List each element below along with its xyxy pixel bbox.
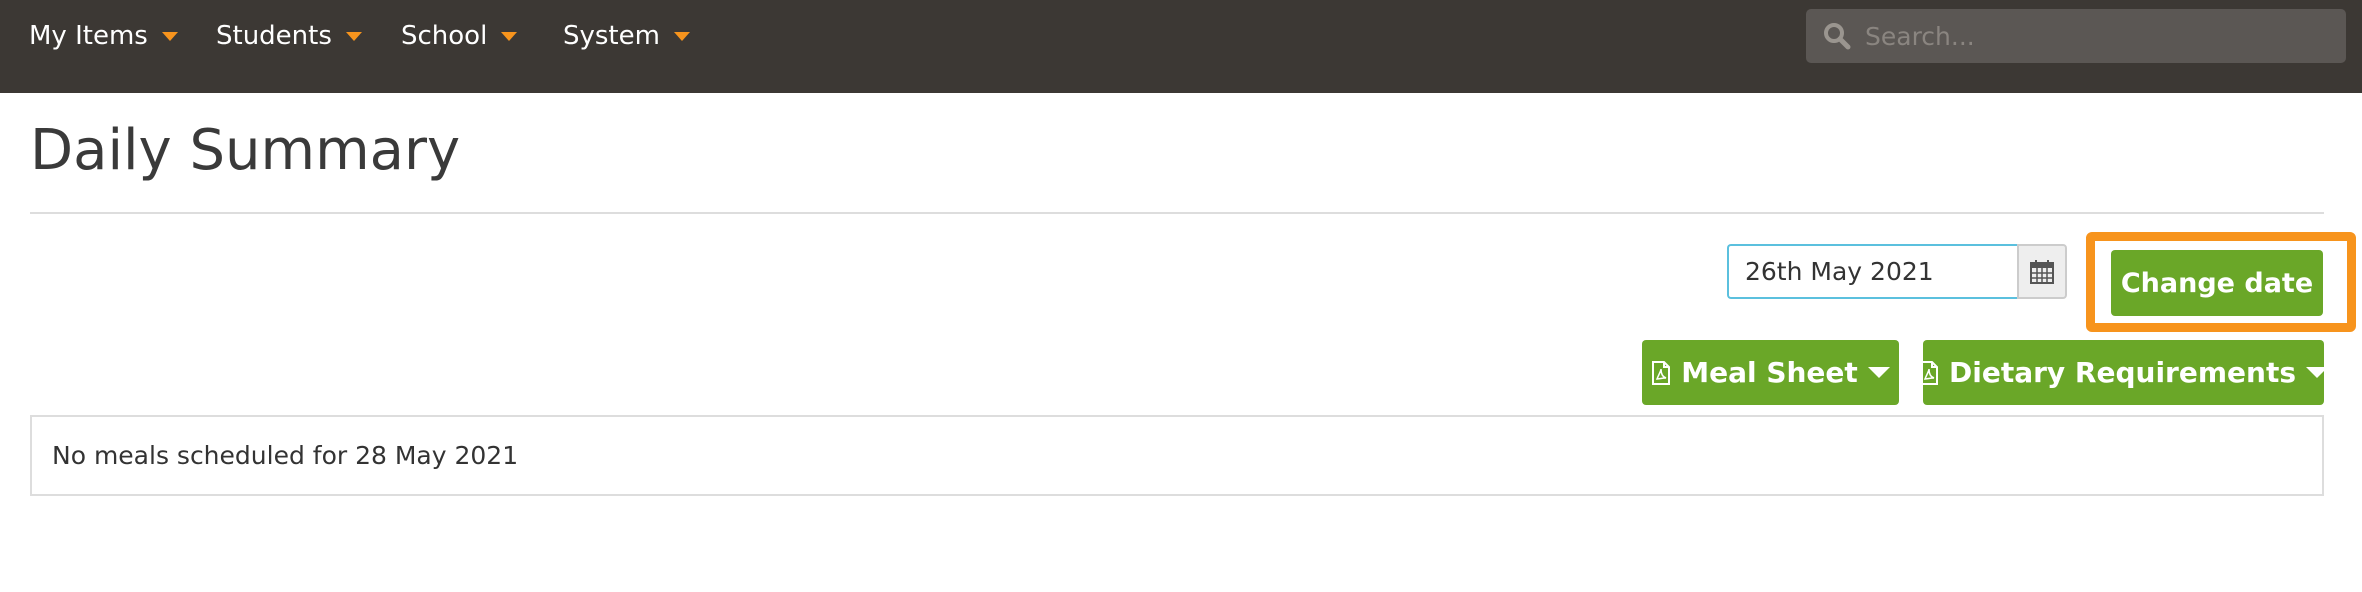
calendar-button[interactable] <box>2017 244 2067 299</box>
nav-students-label: Students <box>216 21 332 51</box>
caret-down-icon <box>345 31 362 41</box>
nav-school-label: School <box>401 21 488 51</box>
nav-my-items[interactable]: My Items <box>29 18 178 54</box>
search-input[interactable] <box>1865 21 2325 51</box>
change-date-label: Change date <box>2120 267 2314 299</box>
pdf-icon <box>1651 360 1671 385</box>
nav-system[interactable]: System <box>563 18 690 54</box>
caret-down-icon <box>161 31 178 41</box>
caret-down-icon <box>673 31 690 41</box>
top-navbar: My Items Students School System <box>0 0 2362 93</box>
change-date-button[interactable]: Change date <box>2111 250 2323 316</box>
no-meals-message: No meals scheduled for 28 May 2021 <box>52 441 519 470</box>
caret-down-icon <box>501 31 518 41</box>
search-icon <box>1824 23 1851 50</box>
meal-sheet-button[interactable]: Meal Sheet <box>1642 340 1899 405</box>
title-divider <box>30 212 2324 214</box>
meals-message-panel: No meals scheduled for 28 May 2021 <box>30 415 2324 496</box>
nav-my-items-label: My Items <box>29 21 148 51</box>
pdf-icon <box>1919 360 1939 385</box>
calendar-icon <box>2030 259 2054 284</box>
nav-students[interactable]: Students <box>216 18 362 54</box>
page-title: Daily Summary <box>30 118 461 183</box>
nav-school[interactable]: School <box>401 18 518 54</box>
caret-down-icon <box>2306 367 2328 378</box>
dietary-requirements-label: Dietary Requirements <box>1949 356 2296 389</box>
nav-system-label: System <box>563 21 660 51</box>
date-input[interactable] <box>1727 244 2018 299</box>
search-box <box>1806 9 2346 63</box>
caret-down-icon <box>1867 367 1890 378</box>
dietary-requirements-button[interactable]: Dietary Requirements <box>1920 340 2328 405</box>
meal-sheet-label: Meal Sheet <box>1681 356 1858 389</box>
